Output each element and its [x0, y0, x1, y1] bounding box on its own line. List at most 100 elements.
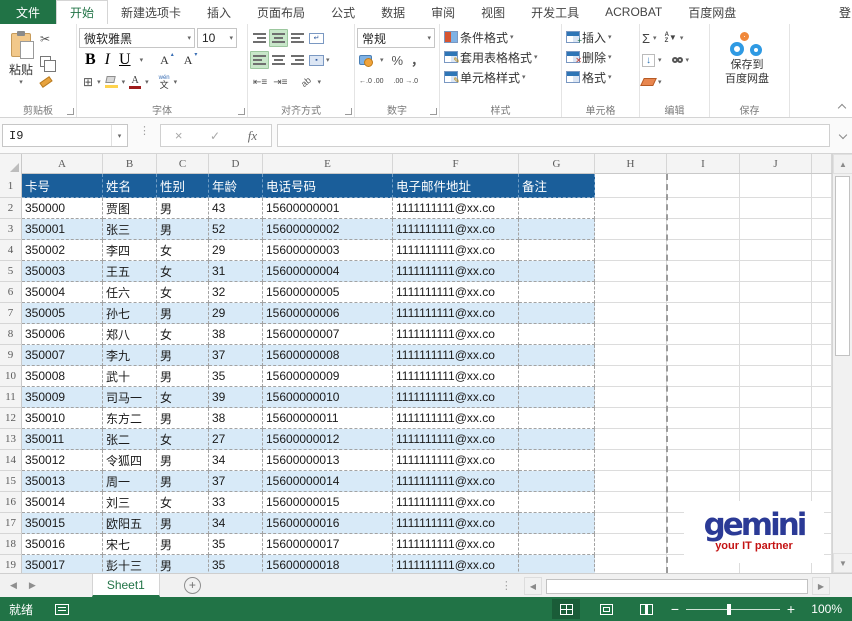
cell[interactable]: 29 [209, 303, 263, 324]
column-header-A[interactable]: A [22, 154, 103, 173]
cell[interactable] [740, 219, 812, 240]
column-header-C[interactable]: C [157, 154, 209, 173]
tab-file[interactable]: 文件 [0, 0, 56, 24]
cell[interactable] [519, 198, 595, 219]
cell[interactable]: 男 [157, 513, 209, 534]
cell[interactable]: 15600000017 [263, 534, 393, 555]
cell[interactable]: 令狐四 [103, 450, 157, 471]
bold-button[interactable]: B [85, 51, 96, 69]
page-layout-view-button[interactable] [592, 599, 620, 619]
cell[interactable]: 350006 [22, 324, 103, 345]
scroll-down-icon[interactable]: ▼ [833, 553, 852, 573]
increase-decimal-button[interactable]: ←.0 .00 [359, 78, 384, 86]
cell[interactable]: 任六 [103, 282, 157, 303]
clipboard-dialog-launcher[interactable] [67, 108, 74, 115]
decrease-decimal-button[interactable]: .00 →.0 [394, 78, 419, 86]
cell[interactable] [519, 429, 595, 450]
cell[interactable]: 29 [209, 240, 263, 261]
tab-custom[interactable]: 新建选项卡 [108, 0, 194, 24]
row-number-1[interactable]: 1 [0, 174, 22, 198]
cell[interactable]: 1111111111@xx.co [393, 408, 519, 429]
cell[interactable] [595, 303, 667, 324]
cell[interactable] [595, 471, 667, 492]
cell[interactable]: 35 [209, 534, 263, 555]
cell[interactable] [595, 366, 667, 387]
cell[interactable]: 15600000018 [263, 555, 393, 573]
increase-indent-icon[interactable]: ⇥≡ [273, 77, 287, 88]
cell[interactable] [667, 303, 740, 324]
align-right-button[interactable] [288, 51, 307, 69]
cell[interactable]: 350015 [22, 513, 103, 534]
row-number-18[interactable]: 18 [0, 534, 22, 555]
cell[interactable] [595, 555, 667, 573]
cancel-icon[interactable]: × [175, 128, 183, 143]
cell[interactable] [812, 345, 832, 366]
cell[interactable] [812, 219, 832, 240]
vertical-scrollbar[interactable]: ▲ ▼ [832, 154, 852, 573]
cell[interactable]: 35 [209, 555, 263, 573]
cell[interactable]: 15600000005 [263, 282, 393, 303]
row-number-3[interactable]: 3 [0, 219, 22, 240]
cell[interactable]: 350004 [22, 282, 103, 303]
cell[interactable] [812, 408, 832, 429]
row-number-6[interactable]: 6 [0, 282, 22, 303]
cell[interactable]: 李九 [103, 345, 157, 366]
insert-cells-button[interactable]: + 插入▾ [564, 27, 637, 47]
cell[interactable]: 15600000007 [263, 324, 393, 345]
cell[interactable] [667, 471, 740, 492]
macro-record-icon[interactable] [55, 604, 69, 615]
cell[interactable]: 43 [209, 198, 263, 219]
cell[interactable] [812, 282, 832, 303]
cell[interactable]: 350014 [22, 492, 103, 513]
cell[interactable]: 350009 [22, 387, 103, 408]
grow-font-button[interactable]: A [160, 53, 169, 68]
cell[interactable]: 1111111111@xx.co [393, 303, 519, 324]
cell[interactable] [740, 174, 812, 198]
shrink-font-button[interactable]: A [184, 53, 193, 68]
format-cells-button[interactable]: 格式▾ [564, 67, 637, 87]
alignment-dialog-launcher[interactable] [345, 108, 352, 115]
cell[interactable]: 350005 [22, 303, 103, 324]
table-header-cell[interactable]: 姓名 [103, 174, 157, 198]
tab-acrobat[interactable]: ACROBAT [592, 0, 675, 24]
row-number-9[interactable]: 9 [0, 345, 22, 366]
percent-style-button[interactable]: % [392, 54, 404, 67]
cell[interactable] [667, 366, 740, 387]
cell[interactable] [740, 345, 812, 366]
cell[interactable]: 1111111111@xx.co [393, 345, 519, 366]
cell[interactable] [519, 324, 595, 345]
cell[interactable] [740, 324, 812, 345]
row-number-11[interactable]: 11 [0, 387, 22, 408]
cell[interactable] [667, 174, 740, 198]
cell[interactable]: 李四 [103, 240, 157, 261]
tab-view[interactable]: 视图 [468, 0, 518, 24]
cell[interactable] [740, 282, 812, 303]
cell[interactable] [812, 240, 832, 261]
cell[interactable] [595, 219, 667, 240]
cell[interactable]: 38 [209, 408, 263, 429]
orientation-icon[interactable]: ab [299, 75, 313, 89]
collapse-ribbon-icon[interactable] [838, 103, 846, 111]
cell[interactable] [595, 324, 667, 345]
cell[interactable]: 周一 [103, 471, 157, 492]
cell[interactable]: 15600000003 [263, 240, 393, 261]
cell[interactable]: 男 [157, 366, 209, 387]
sheet-nav-arrows[interactable]: ◀▶ [0, 574, 46, 597]
cell[interactable] [595, 534, 667, 555]
select-all-corner[interactable] [0, 154, 22, 174]
row-number-7[interactable]: 7 [0, 303, 22, 324]
cell[interactable]: 女 [157, 387, 209, 408]
cell[interactable]: 37 [209, 345, 263, 366]
cell[interactable]: 女 [157, 240, 209, 261]
table-header-cell[interactable]: 年龄 [209, 174, 263, 198]
delete-cells-button[interactable]: ✕ 删除▾ [564, 47, 637, 67]
cell[interactable]: 张二 [103, 429, 157, 450]
column-header-B[interactable]: B [103, 154, 157, 173]
cell[interactable] [519, 492, 595, 513]
cell[interactable]: 1111111111@xx.co [393, 282, 519, 303]
cell[interactable]: 15600000013 [263, 450, 393, 471]
cell[interactable]: 1111111111@xx.co [393, 513, 519, 534]
table-header-cell[interactable]: 电话号码 [263, 174, 393, 198]
cell[interactable]: 彭十三 [103, 555, 157, 573]
cell[interactable]: 37 [209, 471, 263, 492]
